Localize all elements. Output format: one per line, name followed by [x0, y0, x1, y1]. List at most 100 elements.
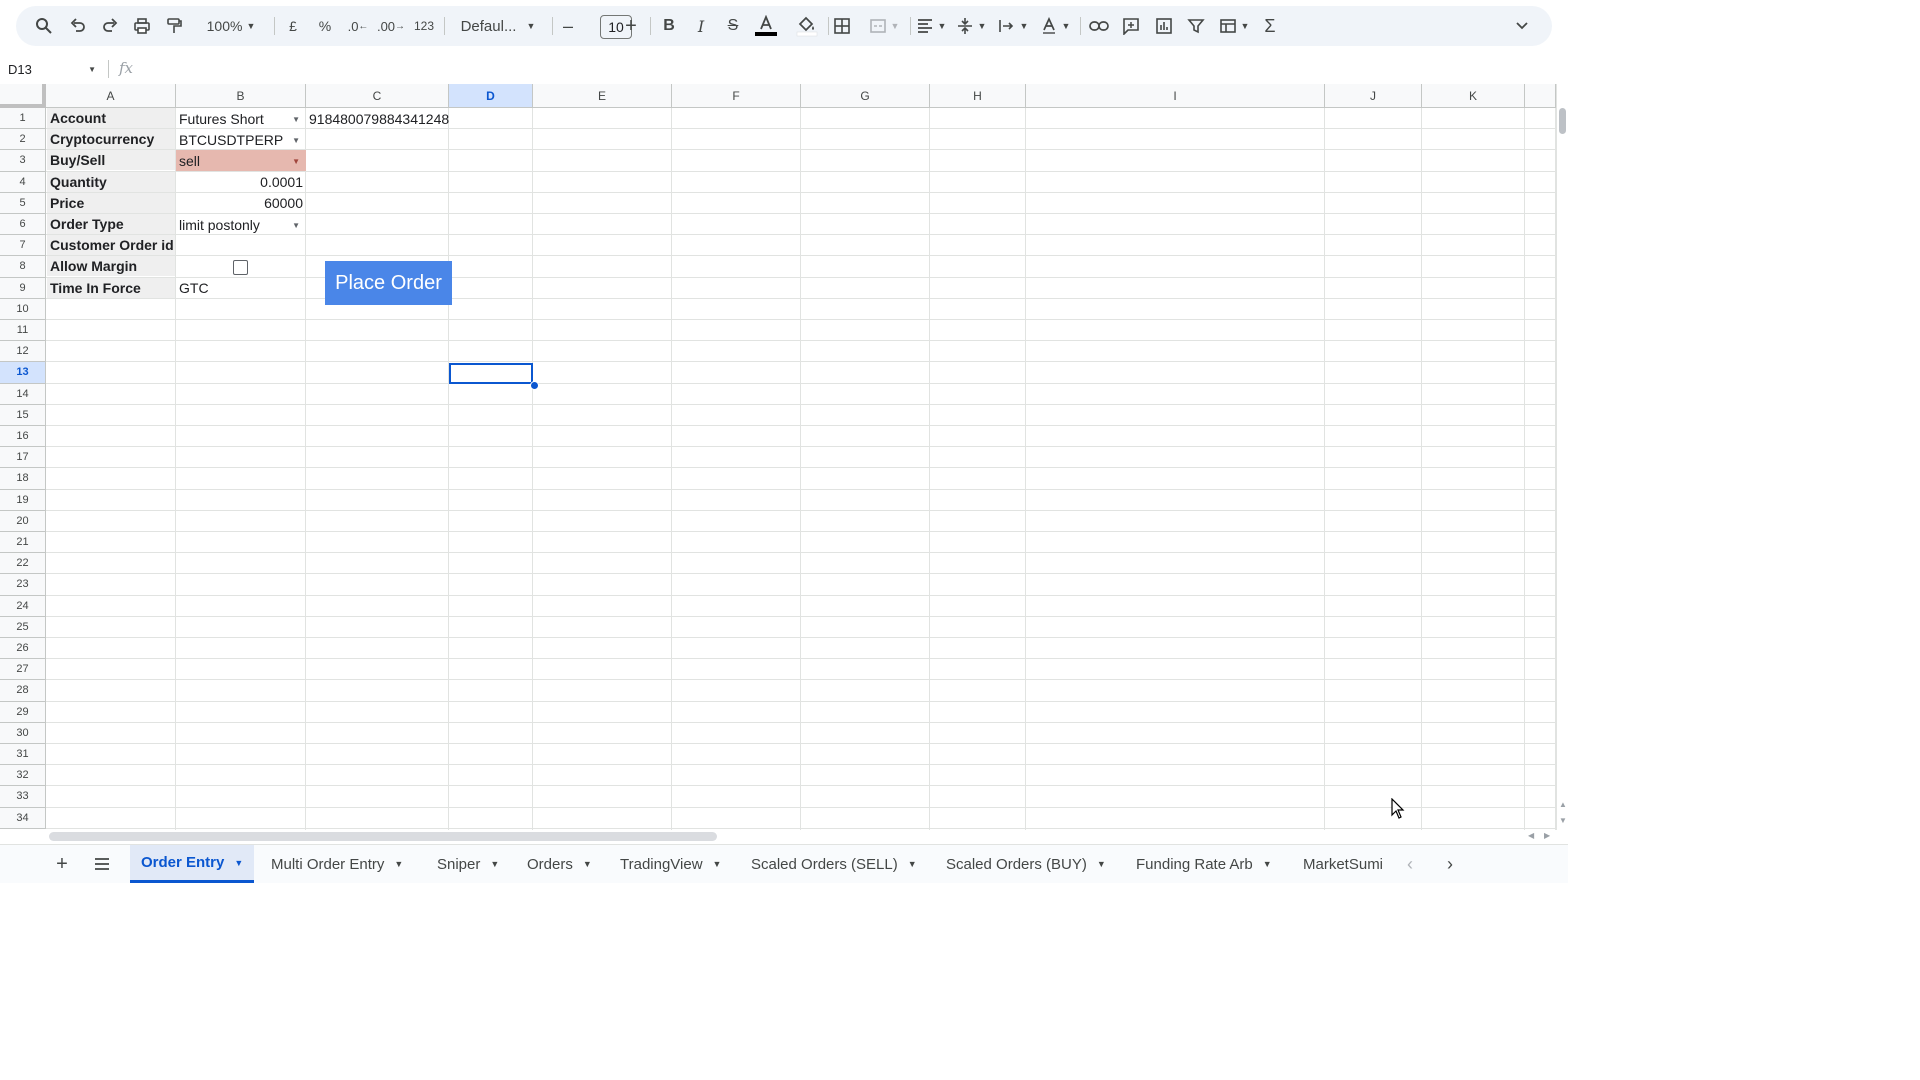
merge-icon[interactable]: ▼ — [866, 6, 902, 46]
horizontal-scrollbar-thumb[interactable] — [49, 832, 717, 841]
filter-icon[interactable] — [1186, 6, 1206, 46]
row-header-24[interactable]: 24 — [0, 595, 46, 617]
column-header-a[interactable]: A — [46, 84, 176, 108]
column-header-overflow[interactable] — [1525, 84, 1556, 108]
row-header-9[interactable]: 9 — [0, 277, 46, 299]
chart-icon[interactable] — [1154, 6, 1174, 46]
font-family-select[interactable]: Defaul... ▼ — [456, 6, 540, 46]
customer-order-id-cell[interactable] — [176, 235, 306, 256]
sheet-tab[interactable]: Scaled Orders (SELL) ▼ — [740, 845, 928, 883]
column-header-k[interactable]: K — [1422, 84, 1525, 108]
select-all-corner[interactable] — [0, 84, 46, 108]
allow-margin-checkbox[interactable] — [233, 260, 248, 275]
borders-icon[interactable] — [832, 6, 852, 46]
row-header-8[interactable]: 8 — [0, 256, 46, 278]
add-sheet-icon[interactable]: + — [50, 845, 74, 883]
column-header-i[interactable]: I — [1026, 84, 1325, 108]
row-header-14[interactable]: 14 — [0, 383, 46, 405]
account-select[interactable]: Futures Short ▼ — [176, 108, 306, 129]
row-header-19[interactable]: 19 — [0, 489, 46, 511]
bold-icon[interactable]: B — [660, 6, 678, 46]
chevron-down-icon[interactable]: ▼ — [583, 859, 592, 869]
undo-icon[interactable] — [68, 6, 88, 46]
link-icon[interactable] — [1088, 6, 1110, 46]
row-header-32[interactable]: 32 — [0, 765, 46, 787]
tabs-scroll-left-icon[interactable]: ‹ — [1400, 845, 1420, 883]
sheet-tab[interactable]: Scaled Orders (BUY) ▼ — [935, 845, 1117, 883]
zoom-select[interactable]: 100% ▼ — [198, 6, 264, 46]
text-rotation-icon[interactable]: ▼ — [1038, 6, 1072, 46]
sheet-tab[interactable]: Orders ▼ — [516, 845, 603, 883]
horizontal-scrollbar[interactable]: ◀ ▶ — [46, 830, 1556, 843]
name-box[interactable]: D13 ▼ — [8, 54, 100, 84]
selected-cell[interactable] — [449, 363, 533, 384]
sheet-tab[interactable]: Sniper ▼ — [426, 845, 510, 883]
row-header-26[interactable]: 26 — [0, 638, 46, 660]
table-view-icon[interactable]: ▼ — [1216, 6, 1252, 46]
scroll-down-icon[interactable]: ▼ — [1559, 816, 1567, 825]
chevron-down-icon[interactable]: ▼ — [713, 859, 722, 869]
decrease-font-size-button[interactable]: – — [560, 6, 576, 46]
chevron-down-icon[interactable]: ▼ — [908, 859, 917, 869]
column-header-g[interactable]: G — [801, 84, 930, 108]
row-header-17[interactable]: 17 — [0, 447, 46, 469]
price-cell[interactable]: 60000 — [176, 193, 306, 214]
row-header-10[interactable]: 10 — [0, 298, 46, 320]
sheet-tab[interactable]: Multi Order Entry ▼ — [260, 845, 414, 883]
row-header-20[interactable]: 20 — [0, 510, 46, 532]
collapse-icon[interactable] — [1512, 6, 1532, 46]
dropdown-arrow-icon[interactable]: ▼ — [292, 221, 300, 230]
row-header-28[interactable]: 28 — [0, 680, 46, 702]
chevron-down-icon[interactable]: ▼ — [1263, 859, 1272, 869]
sheet-tab[interactable]: Order Entry ▼ — [130, 845, 255, 883]
row-header-27[interactable]: 27 — [0, 659, 46, 681]
column-header-c[interactable]: C — [306, 84, 449, 108]
currency-format-button[interactable]: £ — [284, 6, 302, 46]
row-header-25[interactable]: 25 — [0, 616, 46, 638]
column-header-h[interactable]: H — [930, 84, 1026, 108]
time-in-force-cell[interactable]: GTC — [176, 278, 306, 299]
row-header-4[interactable]: 4 — [0, 171, 46, 193]
formula-input[interactable] — [146, 54, 1546, 84]
row-header-23[interactable]: 23 — [0, 574, 46, 596]
sheet-tab[interactable]: Funding Rate Arb ▼ — [1125, 845, 1283, 883]
row-header-18[interactable]: 18 — [0, 468, 46, 490]
row-header-21[interactable]: 21 — [0, 532, 46, 554]
chevron-down-icon[interactable]: ▼ — [234, 858, 243, 868]
spreadsheet-grid[interactable]: ABCDEFGHIJK 1 2 3 4 5 6 7 8 9 10 11 12 13 14 15 16 17 18 1… — [0, 84, 1556, 830]
row-header-1[interactable]: 1 — [0, 108, 46, 130]
scroll-left-icon[interactable]: ◀ — [1528, 831, 1534, 840]
increase-decimal-button[interactable]: .00 → — [377, 6, 405, 46]
percent-format-button[interactable]: % — [316, 6, 334, 46]
italic-icon[interactable]: I — [692, 6, 710, 46]
all-sheets-menu-icon[interactable] — [90, 845, 114, 883]
row-header-7[interactable]: 7 — [0, 235, 46, 257]
row-header-30[interactable]: 30 — [0, 722, 46, 744]
quantity-cell[interactable]: 0.0001 — [176, 172, 306, 193]
sheet-tab[interactable]: TradingView ▼ — [609, 845, 732, 883]
row-header-16[interactable]: 16 — [0, 426, 46, 448]
place-order-button[interactable]: Place Order — [325, 261, 452, 305]
column-header-e[interactable]: E — [533, 84, 672, 108]
row-header-3[interactable]: 3 — [0, 150, 46, 172]
row-header-31[interactable]: 31 — [0, 744, 46, 766]
vertical-align-icon[interactable]: ▼ — [954, 6, 988, 46]
vertical-scrollbar[interactable]: ▲ ▼ — [1556, 84, 1569, 830]
cryptocurrency-select[interactable]: BTCUSDTPERP ▼ — [176, 129, 306, 150]
column-header-j[interactable]: J — [1325, 84, 1422, 108]
fill-handle[interactable] — [530, 381, 539, 390]
scroll-up-icon[interactable]: ▲ — [1559, 800, 1567, 809]
text-wrap-icon[interactable]: ▼ — [996, 6, 1030, 46]
account-id-cell[interactable]: 918480079884341248 — [306, 108, 449, 129]
dropdown-arrow-icon[interactable]: ▼ — [292, 157, 300, 166]
sheet-tab[interactable]: MarketSumi — [1292, 845, 1388, 883]
order-type-select[interactable]: limit postonly ▼ — [176, 214, 306, 235]
column-header-b[interactable]: B — [176, 84, 306, 108]
chevron-down-icon[interactable]: ▼ — [394, 859, 403, 869]
tabs-scroll-right-icon[interactable]: › — [1440, 845, 1460, 883]
chevron-down-icon[interactable]: ▼ — [1097, 859, 1106, 869]
align-left-icon[interactable]: ▼ — [914, 6, 948, 46]
column-header-f[interactable]: F — [672, 84, 801, 108]
comment-icon[interactable] — [1120, 6, 1142, 46]
row-header-22[interactable]: 22 — [0, 553, 46, 575]
